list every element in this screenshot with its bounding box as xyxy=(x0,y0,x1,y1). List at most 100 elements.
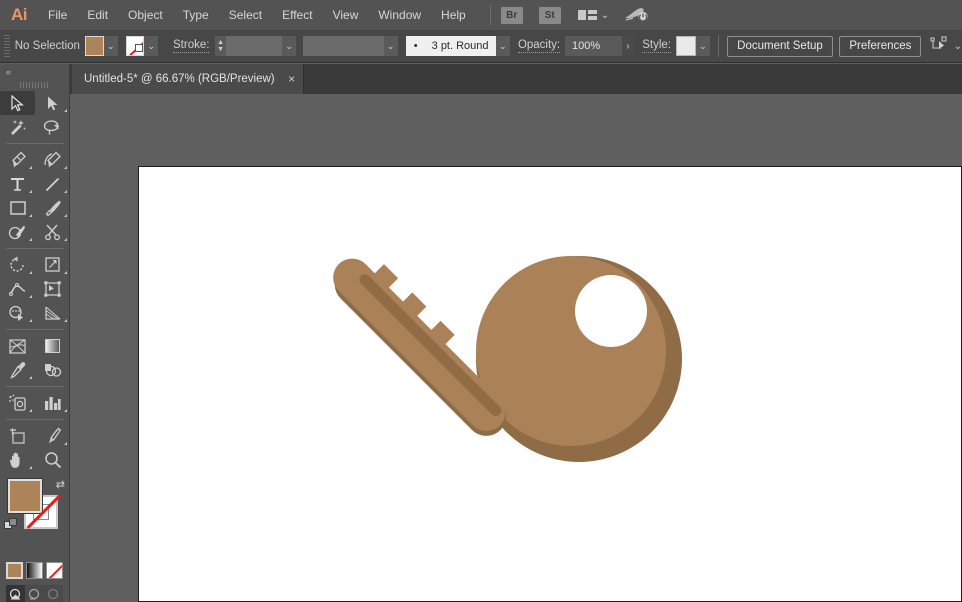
brush-definition-field[interactable]: • 3 pt. Round xyxy=(406,36,496,56)
illustrator-window: Ai File Edit Object Type Select Effect V… xyxy=(0,0,962,602)
scale-tool[interactable] xyxy=(35,253,70,277)
tool-divider-3 xyxy=(6,329,64,330)
artboard-tool[interactable] xyxy=(0,424,35,448)
stroke-weight-dropdown-button[interactable]: ⌄ xyxy=(282,36,296,56)
control-bar: No Selection ⌄ ⌄ Stroke: ▲▼ ⌄ ⌄ • 3 pt. … xyxy=(0,30,962,63)
direct-selection-tool[interactable] xyxy=(35,91,70,115)
magic-wand-tool[interactable] xyxy=(0,115,35,139)
draw-behind-button[interactable] xyxy=(25,585,44,602)
none-mode-button[interactable] xyxy=(46,562,63,579)
draw-normal-button[interactable] xyxy=(6,585,25,602)
menu-type[interactable]: Type xyxy=(173,0,219,30)
tool-divider-2 xyxy=(6,248,64,249)
pen-tool[interactable] xyxy=(0,148,35,172)
shape-builder-tool[interactable] xyxy=(0,301,35,325)
stroke-weight-stepper[interactable]: ▲▼ xyxy=(215,36,226,56)
graphic-style-swatch[interactable] xyxy=(676,36,696,56)
slice-tool[interactable] xyxy=(35,424,70,448)
hand-tool[interactable] xyxy=(0,448,35,472)
symbol-sprayer-tool[interactable] xyxy=(0,391,35,415)
menu-bar: Ai File Edit Object Type Select Effect V… xyxy=(0,0,962,30)
stroke-weight-label[interactable]: Stroke: xyxy=(173,39,209,53)
control-bar-divider xyxy=(718,35,719,57)
draw-inside-button[interactable] xyxy=(44,585,63,602)
align-chevron-down-icon[interactable]: ⌄ xyxy=(954,41,962,52)
stroke-weight-input[interactable] xyxy=(226,36,282,56)
toolbar-fill-swatch[interactable] xyxy=(8,479,42,513)
arrange-documents-icon[interactable] xyxy=(577,8,599,22)
width-tool[interactable] xyxy=(0,277,35,301)
opacity-options-button[interactable]: › xyxy=(622,36,634,56)
color-mode-row xyxy=(6,562,63,579)
fill-color-swatch[interactable] xyxy=(85,36,103,56)
rectangle-tool[interactable] xyxy=(0,196,35,220)
mesh-tool[interactable] xyxy=(0,334,35,358)
menu-select[interactable]: Select xyxy=(219,0,272,30)
lasso-tool[interactable] xyxy=(35,115,70,139)
bridge-button[interactable]: Br xyxy=(501,7,523,24)
perspective-grid-tool[interactable] xyxy=(35,301,70,325)
rotate-tool[interactable] xyxy=(0,253,35,277)
fill-stroke-controls: ⇄ xyxy=(0,476,70,558)
shaper-tool[interactable] xyxy=(0,220,35,244)
menu-view[interactable]: View xyxy=(323,0,369,30)
selection-tool[interactable] xyxy=(0,91,35,115)
brush-bullet-icon: • xyxy=(414,40,418,52)
stock-button[interactable]: St xyxy=(539,7,561,24)
tools-panel-grip[interactable] xyxy=(0,79,69,91)
blend-tool[interactable] xyxy=(35,358,70,382)
free-transform-tool[interactable] xyxy=(35,277,70,301)
canvas-workspace[interactable] xyxy=(70,94,962,602)
tool-divider-4 xyxy=(6,386,64,387)
key-illustration[interactable] xyxy=(139,167,962,602)
gradient-mode-button[interactable] xyxy=(26,562,43,579)
type-tool[interactable] xyxy=(0,172,35,196)
brush-dropdown-button[interactable]: ⌄ xyxy=(496,36,510,56)
document-setup-button[interactable]: Document Setup xyxy=(727,36,833,57)
preferences-button[interactable]: Preferences xyxy=(839,36,921,57)
style-dropdown-button[interactable]: ⌄ xyxy=(696,36,710,56)
tool-grid xyxy=(0,91,70,472)
menu-file[interactable]: File xyxy=(38,0,77,30)
control-bar-grip[interactable] xyxy=(4,35,10,57)
rocket-launch-icon[interactable] xyxy=(623,5,649,25)
stroke-dropdown-button[interactable]: ⌄ xyxy=(144,36,158,56)
stroke-color-swatch[interactable] xyxy=(126,36,144,56)
column-graph-tool[interactable] xyxy=(35,391,70,415)
line-segment-tool[interactable] xyxy=(35,172,70,196)
swap-fill-stroke-icon[interactable]: ⇄ xyxy=(56,478,65,491)
stroke-profile-dropdown-button[interactable]: ⌄ xyxy=(384,36,398,56)
document-tab-title: Untitled-5* @ 66.67% (RGB/Preview) xyxy=(84,73,275,85)
paintbrush-tool[interactable] xyxy=(35,196,70,220)
gradient-tool[interactable] xyxy=(35,334,70,358)
arrange-chevron-down-icon[interactable]: ⌄ xyxy=(601,10,609,21)
default-fill-stroke-icon[interactable] xyxy=(4,518,18,532)
app-logo: Ai xyxy=(0,0,38,30)
menu-effect[interactable]: Effect xyxy=(272,0,322,30)
style-label[interactable]: Style: xyxy=(642,39,671,53)
menu-help[interactable]: Help xyxy=(431,0,476,30)
eyedropper-tool[interactable] xyxy=(0,358,35,382)
menu-divider xyxy=(490,5,491,25)
close-icon[interactable]: × xyxy=(281,64,303,94)
scissors-tool[interactable] xyxy=(35,220,70,244)
selection-status: No Selection xyxy=(15,40,86,52)
fill-dropdown-button[interactable]: ⌄ xyxy=(104,36,118,56)
menu-edit[interactable]: Edit xyxy=(77,0,118,30)
opacity-input[interactable]: 100% xyxy=(565,36,622,56)
drawing-mode-row xyxy=(6,585,63,602)
menu-object[interactable]: Object xyxy=(118,0,173,30)
color-mode-button[interactable] xyxy=(6,562,23,579)
tool-divider xyxy=(6,143,64,144)
stroke-profile-input[interactable] xyxy=(303,36,384,56)
tools-panel: « xyxy=(0,64,70,602)
artboard[interactable] xyxy=(138,166,962,602)
brush-definition-value: 3 pt. Round xyxy=(432,40,489,52)
align-to-selection-icon[interactable] xyxy=(930,36,950,57)
curvature-tool[interactable] xyxy=(35,148,70,172)
zoom-tool[interactable] xyxy=(35,448,70,472)
collapse-panel-icon[interactable]: « xyxy=(0,64,69,79)
opacity-label[interactable]: Opacity: xyxy=(518,39,560,53)
document-tab[interactable]: Untitled-5* @ 66.67% (RGB/Preview) × xyxy=(72,64,304,94)
menu-window[interactable]: Window xyxy=(368,0,431,30)
